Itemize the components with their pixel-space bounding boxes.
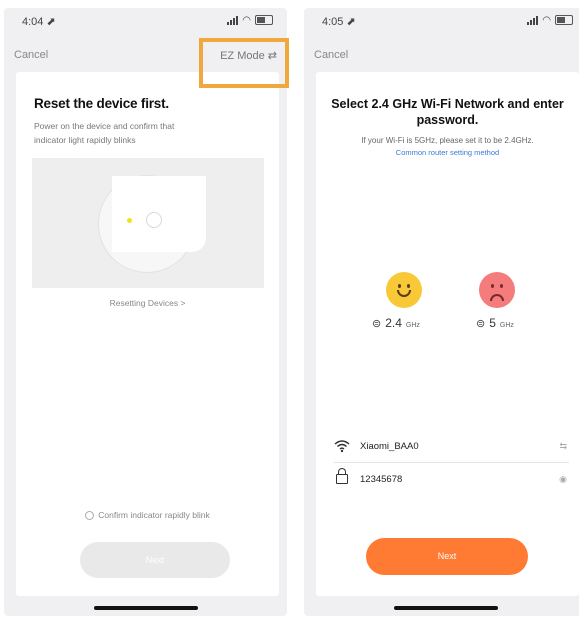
ssid-value: Xiaomi_BAA0 (360, 441, 419, 452)
phone-screen-left: 4:04 ⬈ ◠ Cancel EZ Mode ⇄ Reset the devi… (4, 8, 287, 616)
wifi-ssid-field[interactable]: Xiaomi_BAA0 ⇆ (334, 432, 569, 463)
battery-icon (555, 15, 573, 25)
home-indicator (393, 606, 498, 610)
home-indicator (93, 606, 198, 610)
wifi-icon (334, 439, 350, 456)
phone-screen-right: 4:05 ⬈ ◠ Cancel Select 2.4 GHz Wi-Fi Net… (304, 8, 579, 616)
cancel-button[interactable]: Cancel (14, 49, 48, 61)
wifi-status-icon: ◠ (242, 14, 251, 26)
wifi-card: Select 2.4 GHz Wi-Fi Network and enter p… (316, 72, 579, 596)
router-settings-link[interactable]: Common router setting method (316, 148, 579, 157)
battery-icon (255, 15, 273, 25)
status-icons: ◠ (527, 15, 573, 25)
wifi-status-icon: ◠ (542, 14, 551, 26)
band-unit: GHz (499, 322, 514, 329)
confirm-label: Confirm indicator rapidly blink (98, 510, 210, 520)
router-icon: ⊜ (372, 318, 382, 330)
next-button-disabled[interactable]: Next (80, 542, 230, 578)
eye-icon[interactable]: ◉ (559, 474, 567, 485)
band-5ghz: ⊜ 5 GHz (476, 316, 514, 330)
resetting-devices-link[interactable]: Resetting Devices > (16, 298, 279, 308)
confirm-checkbox[interactable]: Confirm indicator rapidly blink (16, 510, 279, 521)
radio-icon[interactable] (85, 511, 95, 521)
switch-network-icon[interactable]: ⇆ (559, 441, 567, 452)
wifi-hint: If your Wi-Fi is 5GHz, please set it to … (361, 136, 534, 145)
password-value: 12345678 (360, 474, 403, 485)
instructions: Power on the device and confirm that ind… (34, 121, 175, 145)
status-bar: 4:04 ⬈ ◠ (4, 8, 287, 36)
router-icon: ⊜ (476, 318, 486, 330)
status-time: 4:04 ⬈ (22, 16, 56, 28)
band-2-4ghz: ⊜ 2.4 GHz (372, 316, 420, 330)
status-icons: ◠ (227, 15, 273, 25)
next-button[interactable]: Next (366, 538, 528, 575)
password-field[interactable]: 12345678 ◉ (334, 465, 569, 495)
indicator-light-icon (127, 218, 132, 223)
band-value: 5 (489, 316, 496, 330)
band-value: 2.4 (385, 316, 402, 330)
ez-mode-highlight-box (199, 38, 289, 88)
signal-icon (527, 15, 539, 25)
page-title: Select 2.4 GHz Wi-Fi Network and enter p… (331, 97, 564, 127)
status-time: 4:05 ⬈ (322, 16, 356, 28)
reset-button-icon (146, 212, 162, 228)
cancel-button[interactable]: Cancel (314, 49, 348, 61)
device-illustration (32, 158, 264, 288)
signal-icon (227, 15, 239, 25)
lock-icon (336, 468, 348, 484)
band-unit: GHz (405, 322, 420, 329)
status-bar: 4:05 ⬈ ◠ (304, 8, 579, 36)
page-title: Reset the device first. (34, 96, 169, 111)
happy-face-icon (386, 272, 422, 308)
nav-bar: Cancel (304, 44, 579, 66)
reset-card: Reset the device first. Power on the dev… (16, 72, 279, 596)
sad-face-icon (479, 272, 515, 308)
